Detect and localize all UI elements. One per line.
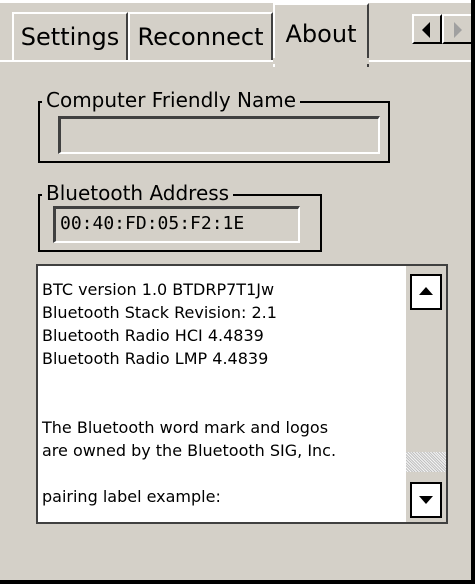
window-bottom-edge bbox=[0, 580, 475, 584]
scrollbar-track[interactable] bbox=[406, 314, 446, 472]
info-line: Bluetooth Radio LMP 4.4839 bbox=[42, 349, 269, 368]
scroll-up-button[interactable] bbox=[410, 274, 442, 310]
window-right-edge bbox=[471, 0, 475, 584]
scrollbar-track-dither[interactable] bbox=[406, 452, 446, 472]
info-textbox[interactable]: BTC version 1.0 BTDRP7T1Jw Bluetooth Stac… bbox=[36, 264, 448, 524]
tab-scroll-right-button[interactable] bbox=[442, 14, 471, 44]
bluetooth-address-label: Bluetooth Address bbox=[42, 181, 234, 205]
info-line: Bluetooth Radio HCI 4.4839 bbox=[42, 326, 264, 345]
info-text: BTC version 1.0 BTDRP7T1Jw Bluetooth Stac… bbox=[42, 278, 404, 508]
tab-settings[interactable]: Settings bbox=[12, 12, 128, 62]
vertical-scrollbar[interactable] bbox=[406, 266, 446, 522]
tab-about-label: About bbox=[285, 20, 357, 48]
info-line bbox=[42, 462, 404, 485]
triangle-right-icon bbox=[454, 22, 462, 38]
tab-reconnect-label: Reconnect bbox=[137, 23, 264, 51]
tab-baseline-gap bbox=[273, 58, 369, 64]
bluetooth-address-field[interactable]: 00:40:FD:05:F2:1E bbox=[53, 206, 300, 243]
info-line: are owned by the Bluetooth SIG, Inc. bbox=[42, 441, 337, 460]
computer-name-field[interactable] bbox=[58, 116, 380, 154]
info-line: BTC version 1.0 BTDRP7T1Jw bbox=[42, 280, 275, 299]
tab-baseline bbox=[0, 60, 471, 62]
triangle-left-icon bbox=[422, 22, 430, 38]
info-line: Bluetooth Stack Revision: 2.1 bbox=[42, 303, 277, 322]
scroll-down-button[interactable] bbox=[410, 482, 442, 518]
info-line bbox=[42, 370, 404, 393]
window-top-edge bbox=[0, 0, 475, 3]
triangle-down-icon bbox=[419, 496, 433, 504]
computer-name-label: Computer Friendly Name bbox=[42, 88, 301, 112]
tab-scroll-left-button[interactable] bbox=[412, 14, 442, 44]
info-line: pairing label example: bbox=[42, 487, 221, 506]
tab-reconnect[interactable]: Reconnect bbox=[128, 12, 273, 62]
tab-settings-label: Settings bbox=[20, 23, 120, 51]
info-line: The Bluetooth word mark and logos bbox=[42, 418, 329, 437]
info-line bbox=[42, 393, 404, 416]
triangle-up-icon bbox=[419, 287, 433, 295]
